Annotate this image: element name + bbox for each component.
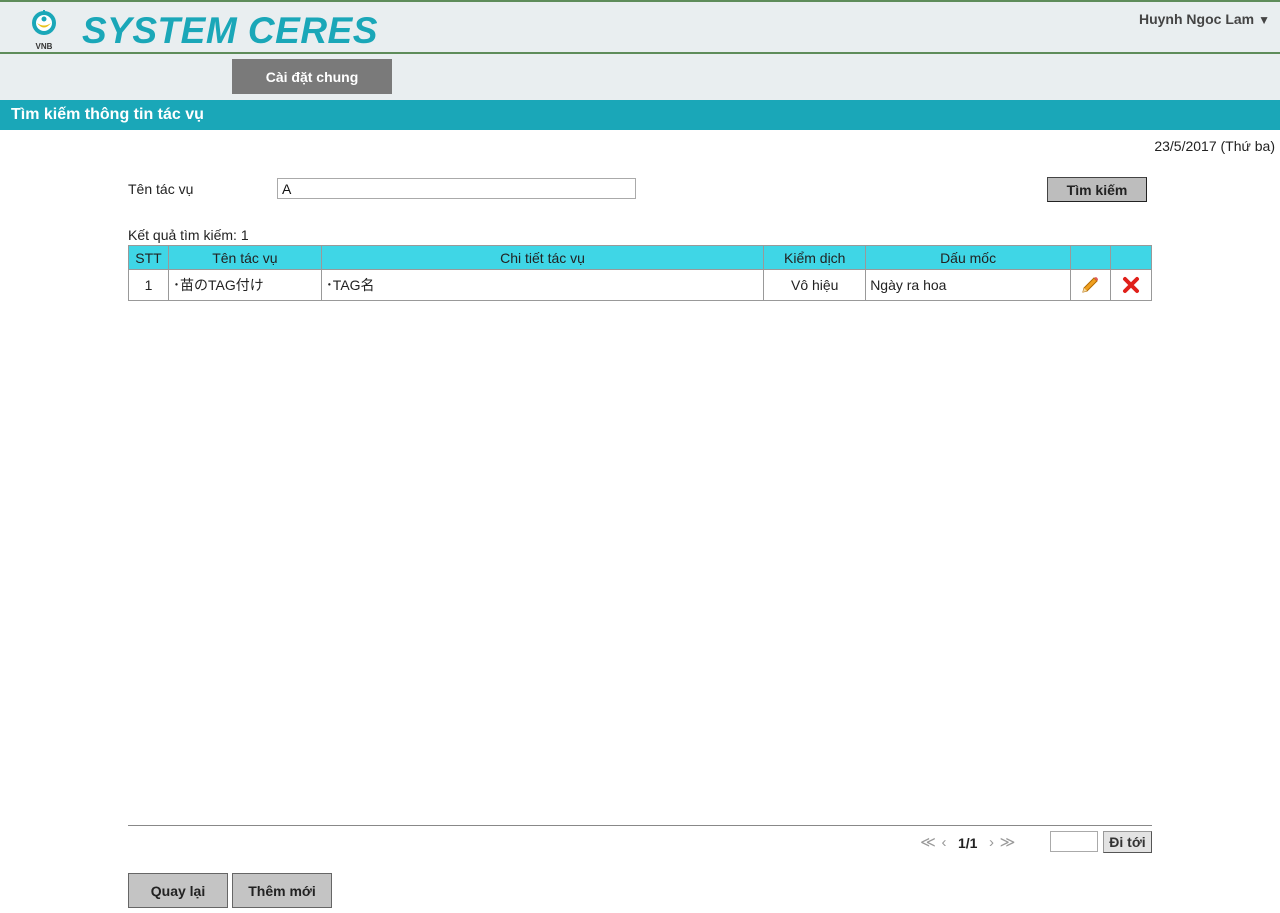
results-table: STT Tên tác vụ Chi tiết tác vụ Kiểm dịch… (128, 245, 1153, 301)
goto-button[interactable]: Đi tới (1103, 831, 1152, 853)
pagination: ≪ ‹ 1/1 › ≫ (920, 832, 1015, 852)
add-new-button[interactable]: Thêm mới (232, 873, 332, 908)
svg-text:VNB: VNB (36, 42, 53, 51)
prev-page-icon[interactable]: ‹ (936, 834, 952, 851)
result-count: Kết quả tìm kiếm: 1 (128, 227, 249, 243)
col-stt: STT (128, 245, 169, 270)
col-edit (1069, 245, 1111, 270)
tab-general-settings[interactable]: Cài đặt chung (232, 59, 392, 94)
goto-page-input[interactable] (1050, 831, 1098, 852)
section-title: Tìm kiếm thông tin tác vụ (0, 100, 1280, 130)
cell-stt: 1 (128, 269, 169, 301)
table-header-row: STT Tên tác vụ Chi tiết tác vụ Kiểm dịch… (128, 245, 1153, 270)
cell-task-detail: ･TAG名 (320, 269, 765, 301)
cell-milestone: Ngày ra hoa (865, 269, 1071, 301)
last-page-icon[interactable]: ≫ (999, 833, 1016, 851)
delete-cell (1109, 269, 1153, 301)
col-quarantine: Kiểm dịch (763, 245, 867, 270)
user-menu[interactable]: Huynh Ngoc Lam ▼ (1139, 11, 1270, 27)
col-delete (1109, 245, 1153, 270)
vnb-logo: VNB (28, 8, 64, 52)
caret-down-icon: ▼ (1258, 13, 1270, 27)
task-name-input[interactable] (277, 178, 636, 199)
nav-bar: Cài đặt chung (0, 54, 1280, 100)
user-name: Huynh Ngoc Lam (1138, 11, 1255, 27)
cell-quarantine: Vô hiệu (763, 269, 867, 301)
col-task-detail: Chi tiết tác vụ (320, 245, 765, 270)
app-title: SYSTEM CERES (82, 10, 378, 51)
search-button[interactable]: Tìm kiếm (1047, 177, 1147, 202)
cell-task-name: ･苗のTAG付け (167, 269, 322, 301)
col-task-name: Tên tác vụ (167, 245, 322, 270)
edit-cell (1069, 269, 1111, 301)
back-button[interactable]: Quay lại (128, 873, 228, 908)
top-header: VNB SYSTEM CERES Huynh Ngoc Lam ▼ (0, 0, 1280, 54)
col-milestone: Dấu mốc (865, 245, 1071, 270)
task-name-label: Tên tác vụ (128, 181, 194, 197)
next-page-icon[interactable]: › (983, 834, 999, 851)
table-row: 1 ･苗のTAG付け ･TAG名 Vô hiệu Ngày ra hoa (128, 269, 1153, 301)
page-info: 1/1 (958, 835, 978, 851)
first-page-icon[interactable]: ≪ (920, 833, 936, 851)
current-date: 23/5/2017 (Thứ ba) (1154, 138, 1275, 154)
delete-x-icon[interactable] (1119, 273, 1143, 297)
pencil-icon[interactable] (1078, 273, 1102, 297)
divider (128, 825, 1152, 826)
